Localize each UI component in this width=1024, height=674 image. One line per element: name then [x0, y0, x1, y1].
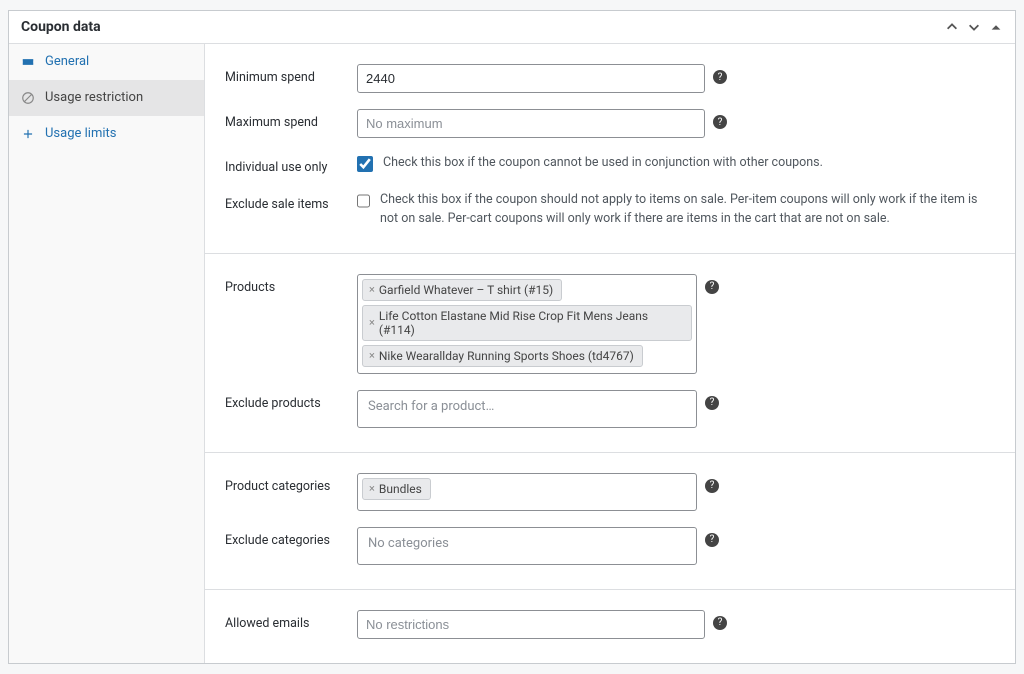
toggle-icon[interactable] — [989, 20, 1003, 34]
placeholder-text: Search for a product… — [362, 395, 692, 418]
product-tag: ×Life Cotton Elastane Mid Rise Crop Fit … — [362, 305, 692, 341]
blocked-icon — [21, 91, 35, 105]
exclude-products-input[interactable]: Search for a product… — [357, 390, 697, 428]
exclude-sale-checkbox[interactable] — [357, 193, 370, 209]
label-exclude-sale: Exclude sale items — [225, 191, 337, 212]
move-down-icon[interactable] — [967, 20, 981, 34]
coupon-data-panel: Coupon data General — [8, 10, 1016, 664]
allowed-emails-input[interactable] — [357, 610, 705, 639]
max-spend-input[interactable] — [357, 109, 705, 138]
help-icon[interactable]: ? — [705, 396, 719, 410]
label-exclude-products: Exclude products — [225, 390, 337, 411]
tab-label: Usage limits — [45, 126, 116, 141]
help-icon[interactable]: ? — [705, 533, 719, 547]
label-individual-use: Individual use only — [225, 154, 337, 175]
product-tag: ×Garfield Whatever – T shirt (#15) — [362, 279, 562, 301]
help-icon[interactable]: ? — [705, 280, 719, 294]
product-tag: ×Nike Wearallday Running Sports Shoes (t… — [362, 345, 643, 367]
label-max-spend: Maximum spend — [225, 109, 337, 130]
help-icon[interactable]: ? — [713, 70, 727, 84]
label-product-categories: Product categories — [225, 473, 337, 494]
products-input[interactable]: ×Garfield Whatever – T shirt (#15) ×Life… — [357, 274, 697, 374]
min-spend-input[interactable] — [357, 64, 705, 93]
exclude-sale-desc: Check this box if the coupon should not … — [380, 191, 995, 229]
move-up-icon[interactable] — [945, 20, 959, 34]
remove-tag-icon[interactable]: × — [369, 283, 375, 296]
tab-label: General — [45, 54, 89, 69]
help-icon[interactable]: ? — [705, 479, 719, 493]
category-tag: ×Bundles — [362, 478, 431, 500]
product-categories-input[interactable]: ×Bundles — [357, 473, 697, 511]
individual-use-checkbox[interactable] — [357, 156, 373, 172]
label-exclude-categories: Exclude categories — [225, 527, 337, 548]
help-icon[interactable]: ? — [713, 115, 727, 129]
tab-general[interactable]: General — [9, 44, 204, 80]
form-content: Minimum spend ? Maximum spend ? — [205, 44, 1015, 663]
panel-header: Coupon data — [9, 11, 1015, 44]
ticket-icon — [21, 55, 35, 69]
remove-tag-icon[interactable]: × — [369, 349, 375, 362]
tab-usage-limits[interactable]: Usage limits — [9, 116, 204, 152]
label-min-spend: Minimum spend — [225, 64, 337, 85]
individual-use-desc: Check this box if the coupon cannot be u… — [383, 154, 823, 173]
panel-title: Coupon data — [21, 19, 101, 35]
plus-icon — [21, 127, 35, 141]
placeholder-text: No categories — [362, 532, 692, 555]
individual-use-checkbox-row[interactable]: Check this box if the coupon cannot be u… — [357, 154, 823, 173]
tab-usage-restriction[interactable]: Usage restriction — [9, 80, 204, 116]
label-allowed-emails: Allowed emails — [225, 610, 337, 631]
tab-label: Usage restriction — [45, 90, 143, 105]
side-tabs: General Usage restriction Usage limits — [9, 44, 205, 663]
help-icon[interactable]: ? — [713, 616, 727, 630]
remove-tag-icon[interactable]: × — [369, 316, 375, 329]
label-products: Products — [225, 274, 337, 295]
exclude-sale-checkbox-row[interactable]: Check this box if the coupon should not … — [357, 191, 995, 229]
remove-tag-icon[interactable]: × — [369, 482, 375, 495]
